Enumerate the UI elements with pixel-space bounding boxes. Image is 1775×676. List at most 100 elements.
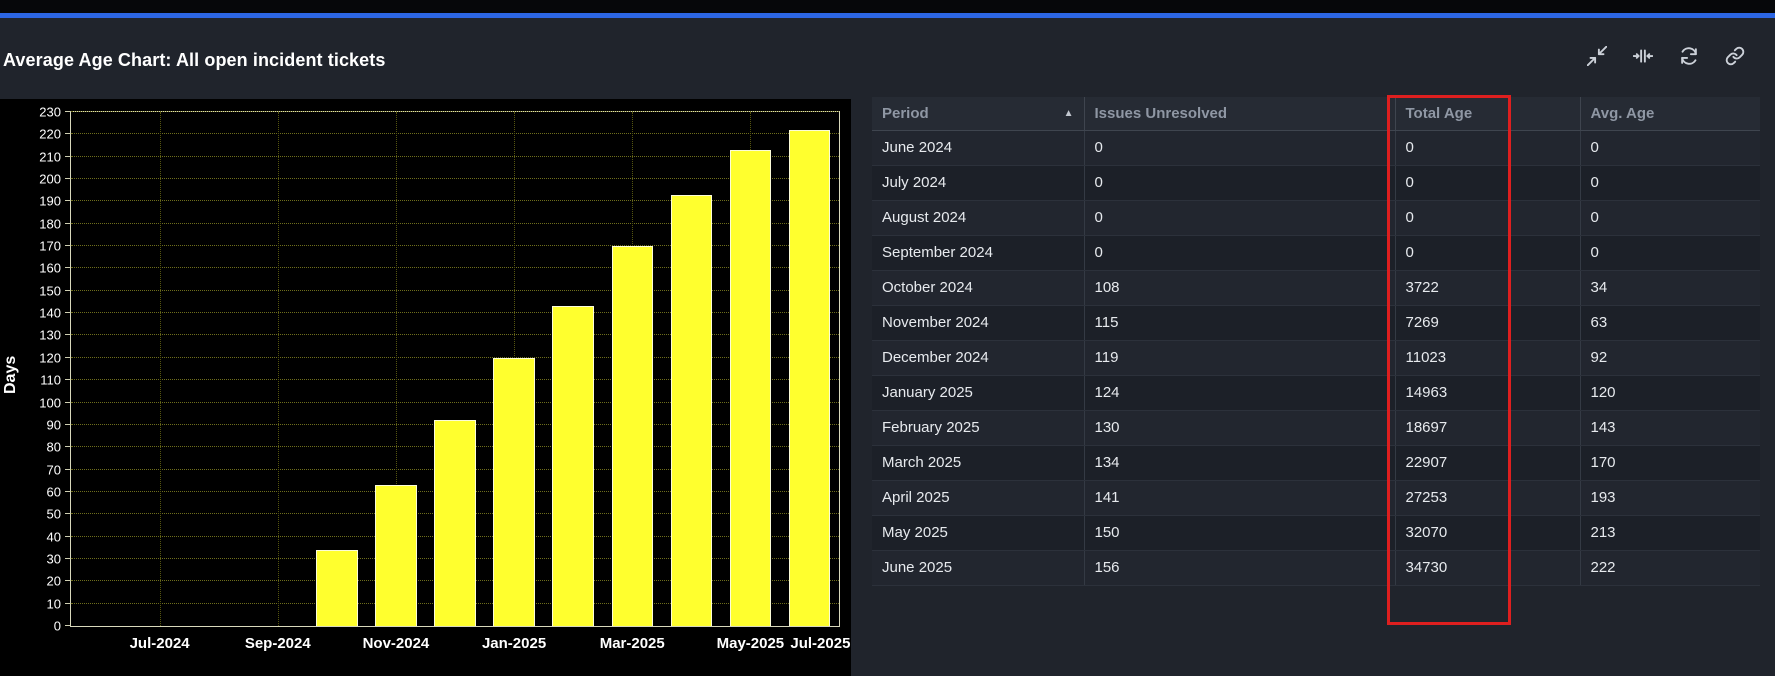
x-tick-label: Sep-2024 xyxy=(244,635,311,652)
table-cell: 0 xyxy=(1084,165,1396,201)
table-cell: 27253 xyxy=(1395,480,1581,516)
table-cell: 213 xyxy=(1580,515,1760,551)
table-cell: June 2024 xyxy=(872,130,1085,166)
table-cell: January 2025 xyxy=(872,375,1085,411)
table-row[interactable]: August 2024 0 0 0 xyxy=(872,200,1760,236)
table-cell: 170 xyxy=(1580,445,1760,481)
table-cell: June 2025 xyxy=(872,550,1085,586)
table-cell: 120 xyxy=(1580,375,1760,411)
table-row[interactable]: June 2025 156 34730 222 xyxy=(872,550,1760,586)
y-tick-label: 140 xyxy=(39,305,61,321)
top-bar xyxy=(0,0,1775,13)
table-row[interactable]: July 2024 0 0 0 xyxy=(872,165,1760,201)
table-cell: 3722 xyxy=(1395,270,1581,306)
y-tick-label: 130 xyxy=(39,327,61,343)
y-tick-label: 110 xyxy=(40,372,61,388)
column-header-period[interactable]: Period ▲ xyxy=(872,97,1085,131)
plot-area: 0 10 20 30 40 50 60 70 80 90 100 110 120 130 140 150 160… xyxy=(39,105,851,653)
table-cell: 0 xyxy=(1395,165,1581,201)
y-tick-label: 220 xyxy=(39,126,61,142)
column-label: Period xyxy=(882,104,929,122)
table-cell: 130 xyxy=(1084,410,1396,446)
x-tick-label: May-2025 xyxy=(716,635,785,652)
x-tick-label: Jul-2024 xyxy=(129,635,190,652)
y-tick-label: 0 xyxy=(53,618,61,634)
bar-chart: Days 0 10 20 30 40 50 60 70 80 90 100 110 120 130 140 1… xyxy=(0,99,851,676)
column-header-inner: Period ▲ xyxy=(882,105,1074,122)
table-row[interactable]: May 2025 150 32070 213 xyxy=(872,515,1760,551)
table-header-row: Period ▲ Issues Unresolved Total Age Avg. Ag… xyxy=(872,97,1760,131)
column-header-inner: Total Age xyxy=(1406,105,1570,122)
widget-toolbar xyxy=(1587,46,1745,66)
table-cell: 0 xyxy=(1580,235,1760,271)
table-row[interactable]: November 2024 115 7269 63 xyxy=(872,305,1760,341)
y-tick-label: 200 xyxy=(39,171,61,187)
table-row[interactable]: January 2025 124 14963 120 xyxy=(872,375,1760,411)
table-cell: 0 xyxy=(1084,200,1396,236)
table-row[interactable]: March 2025 134 22907 170 xyxy=(872,445,1760,481)
column-header-inner: Avg. Age xyxy=(1591,105,1751,122)
table-row[interactable]: February 2025 130 18697 143 xyxy=(872,410,1760,446)
table-cell: December 2024 xyxy=(872,340,1085,376)
table-row[interactable]: October 2024 108 3722 34 xyxy=(872,270,1760,306)
y-tick-label: 150 xyxy=(39,283,61,299)
x-tick-label: Jul-2025 xyxy=(790,635,851,652)
collapse-icon[interactable] xyxy=(1587,46,1607,66)
y-tick-label: 190 xyxy=(39,193,61,209)
widget-title: Average Age Chart: All open incident tic… xyxy=(3,50,386,70)
table-cell: 0 xyxy=(1395,235,1581,271)
table-cell: 18697 xyxy=(1395,410,1581,446)
x-axis-labels: Jul-2024 Sep-2024 Nov-2024 Jan-2025 Mar-2025… xyxy=(71,112,851,652)
table-cell: March 2025 xyxy=(872,445,1085,481)
y-tick-label: 70 xyxy=(46,462,61,478)
table-row[interactable]: September 2024 0 0 0 xyxy=(872,235,1760,271)
column-header-issues-unresolved[interactable]: Issues Unresolved xyxy=(1084,97,1396,131)
table-cell: 22907 xyxy=(1395,445,1581,481)
x-tick-label: Jan-2025 xyxy=(481,635,547,652)
accent-line xyxy=(0,13,1775,18)
table-header: Period ▲ Issues Unresolved Total Age Avg. Ag… xyxy=(872,97,1760,131)
y-tick-label: 180 xyxy=(39,216,61,232)
column-header-total-age[interactable]: Total Age xyxy=(1395,97,1581,131)
table-cell: 0 xyxy=(1084,235,1396,271)
data-table: Period ▲ Issues Unresolved Total Age Avg. Ag… xyxy=(872,97,1760,586)
data-table-container: Period ▲ Issues Unresolved Total Age Avg. Ag… xyxy=(872,97,1760,586)
column-header-avg-age[interactable]: Avg. Age xyxy=(1580,97,1760,131)
table-row[interactable]: December 2024 119 11023 92 xyxy=(872,340,1760,376)
y-tick-label: 10 xyxy=(46,596,61,612)
table-body: June 2024 0 0 0 July 2024 0 0 0 August 2024 0 0 0 Se… xyxy=(872,130,1760,586)
table-cell: 92 xyxy=(1580,340,1760,376)
y-tick-label: 90 xyxy=(46,417,61,433)
table-cell: 134 xyxy=(1084,445,1396,481)
y-axis-title: Days xyxy=(2,355,19,394)
y-tick-label: 20 xyxy=(46,573,61,589)
refresh-icon[interactable] xyxy=(1679,46,1699,66)
y-tick-label: 50 xyxy=(46,506,61,522)
column-label: Avg. Age xyxy=(1590,104,1655,122)
table-row[interactable]: June 2024 0 0 0 xyxy=(872,130,1760,166)
fit-width-icon[interactable] xyxy=(1633,46,1653,66)
y-tick-label: 120 xyxy=(39,350,61,366)
y-tick-label: 30 xyxy=(46,551,61,567)
y-tick-label: 80 xyxy=(46,439,61,455)
y-tick-label: 160 xyxy=(39,260,61,276)
y-tick-label: 230 xyxy=(39,104,61,120)
table-cell: 63 xyxy=(1580,305,1760,341)
table-cell: 119 xyxy=(1084,340,1396,376)
table-cell: 0 xyxy=(1580,165,1760,201)
table-cell: July 2024 xyxy=(872,165,1085,201)
table-cell: February 2025 xyxy=(872,410,1085,446)
table-cell: 0 xyxy=(1395,200,1581,236)
table-cell: 141 xyxy=(1084,480,1396,516)
table-cell: 193 xyxy=(1580,480,1760,516)
table-row[interactable]: April 2025 141 27253 193 xyxy=(872,480,1760,516)
table-cell: 0 xyxy=(1580,200,1760,236)
table-cell: November 2024 xyxy=(872,305,1085,341)
y-tick-label: 210 xyxy=(39,149,61,165)
x-tick-label: Nov-2024 xyxy=(362,635,430,652)
table-cell: 143 xyxy=(1580,410,1760,446)
link-icon[interactable] xyxy=(1725,46,1745,66)
column-label: Issues Unresolved xyxy=(1094,104,1228,122)
table-cell: 0 xyxy=(1084,130,1396,166)
table-cell: 115 xyxy=(1084,305,1396,341)
